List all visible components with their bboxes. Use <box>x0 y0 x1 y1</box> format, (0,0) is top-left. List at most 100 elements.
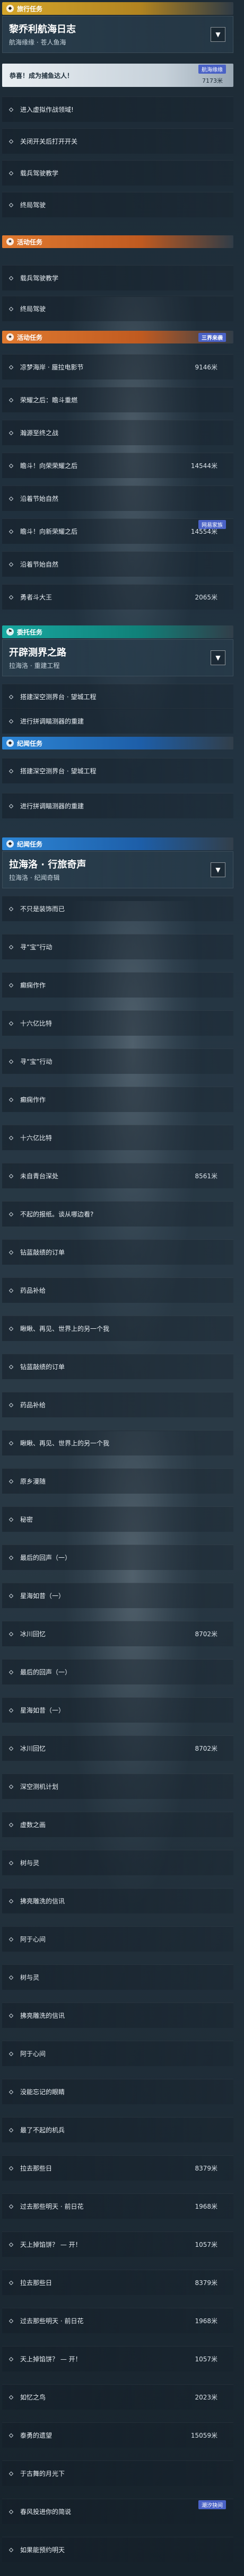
diamond-bullet-icon <box>8 1326 14 1331</box>
list-item[interactable]: 不起的报纸。谈从哪边看? <box>2 1201 233 1227</box>
list-item[interactable]: 如果能预约明天 <box>2 2537 233 2562</box>
quest-header[interactable]: 黎乔利航海日志 航海缘缘 · 苍人鱼海 ▼ <box>2 16 233 53</box>
list-item[interactable]: 勇者斗大王 2065米 <box>2 584 233 610</box>
list-item[interactable]: 最后的回声（一） <box>2 1659 233 1684</box>
active-quest-row[interactable]: 恭喜！成为捕鱼达人！ 航海缘缘 7173米 <box>2 64 233 87</box>
quest-header-3[interactable]: 拉海洛 · 行旅奇声 拉海洛 · 纪闻奇辑 ▼ <box>2 851 233 888</box>
section-header-commission[interactable]: ⚑ 委托任务 <box>2 625 233 638</box>
list-item[interactable]: 虚数之画 <box>2 1812 233 1837</box>
list-item-label: 搭建深空测界台 · 望城工程 <box>20 767 97 775</box>
list-item-label: 瞻斗！向新荣耀之后 <box>20 528 78 535</box>
list-item[interactable]: 关闭开关后打开开关 <box>2 128 233 154</box>
list-item[interactable]: 药品补给 <box>2 1277 233 1303</box>
track-button[interactable]: ▼ <box>211 650 225 665</box>
section-title: 活动任务 <box>17 333 43 341</box>
list-item[interactable]: 最了不起的机兵 <box>2 2117 233 2142</box>
list-item[interactable]: 瞻斗！向新荣耀之后 14554米 网易家族 <box>2 518 233 544</box>
diamond-bullet-icon <box>8 906 14 911</box>
list-item[interactable]: 癫痫作作 <box>2 972 233 998</box>
diamond-bullet-icon <box>8 1593 14 1598</box>
list-item[interactable]: 天上掉馅饼？ — 开！ 1057米 <box>2 2346 233 2371</box>
diamond-bullet-icon <box>8 1631 14 1636</box>
list-item[interactable]: 终局驾驶 <box>2 296 233 321</box>
diamond-bullet-icon <box>8 1097 14 1102</box>
list-item[interactable]: 寻“宝”行动 <box>2 934 233 959</box>
list-item[interactable]: 载兵驾驶教学 <box>2 265 233 290</box>
list-item[interactable]: 拂亮雕洗的信讯 <box>2 1888 233 1913</box>
list-item[interactable]: 阿于心间 <box>2 2041 233 2066</box>
track-button[interactable]: ▼ <box>211 27 225 42</box>
diamond-bullet-icon <box>8 1021 14 1026</box>
list-item[interactable]: 泰勇的遗望 15059米 <box>2 2422 233 2448</box>
list-item[interactable]: 深空测机计划 <box>2 1774 233 1799</box>
list-item[interactable]: 十六亿比特 <box>2 1125 233 1150</box>
list-item[interactable]: 寻“宝”行动 <box>2 1048 233 1074</box>
list-item[interactable]: 载兵驾驶教学 <box>2 160 233 186</box>
list-item[interactable]: 搭建深空测界台 · 望城工程 <box>2 684 233 709</box>
list-item[interactable]: 于古舞的月光下 <box>2 2460 233 2486</box>
list-item[interactable]: 秘密 <box>2 1506 233 1532</box>
list-item[interactable]: 春风投进你的简说 潮汐抉间 <box>2 2499 233 2524</box>
diamond-bullet-icon <box>8 945 14 949</box>
section-header-travel[interactable]: ◆ 旅行任务 <box>2 2 233 15</box>
diamond-bullet-icon <box>8 983 14 987</box>
list-item[interactable]: 拉去那些日 8379米 <box>2 2270 233 2295</box>
list-item[interactable]: 药品补给 <box>2 1392 233 1417</box>
list-item[interactable]: 星海如昔（一） <box>2 1697 233 1723</box>
flag-icon: ⚑ <box>6 628 14 636</box>
list-item[interactable]: 瞅瞅、再见、世界上的另一个我 <box>2 1316 233 1341</box>
list-item[interactable]: 不只是装饰而已 <box>2 896 233 921</box>
list-item[interactable]: 阿于心间 <box>2 1926 233 1952</box>
list-item[interactable]: 搭建深空测界台 · 望城工程 <box>2 758 233 783</box>
list-item[interactable]: 沿着节始自然 <box>2 486 233 511</box>
section-title: 纪闻任务 <box>17 739 43 747</box>
list-item[interactable]: 树与灵 <box>2 1964 233 1990</box>
track-button[interactable]: ▼ <box>211 862 225 877</box>
list-item[interactable]: 荣耀之后：瞻斗重燃 <box>2 387 233 412</box>
list-item-label: 泰勇的遗望 <box>20 2432 53 2439</box>
list-item[interactable]: 凉梦海岸 · 蜃拉电影节 9146米 <box>2 354 233 380</box>
quest-header-2[interactable]: 开辟测界之路 拉海洛 · 重建工程 ▼ <box>2 639 233 676</box>
section-header-companion-2[interactable]: ◆ 纪闻任务 <box>2 837 233 850</box>
list-item-label: 癫痫作作 <box>20 1096 46 1104</box>
list-item-label: 虚数之画 <box>20 1821 46 1829</box>
list-item[interactable]: 瀚源至终之战 <box>2 420 233 445</box>
section-header-companion[interactable]: ◆ 纪闻任务 <box>2 737 233 749</box>
list-item[interactable]: 瞅瞅、再见、世界上的另一个我 <box>2 1430 233 1455</box>
diamond-bullet-icon <box>8 1402 14 1407</box>
diamond-bullet-icon <box>8 2089 14 2094</box>
list-item[interactable]: 天上掉馅饼？ — 开！ 1057米 <box>2 2231 233 2257</box>
list-item[interactable]: 进行拼调瞄测器的重建 <box>2 708 233 734</box>
list-item[interactable]: 钻蓝敲绩的订单 <box>2 1354 233 1379</box>
list-item[interactable]: 树与灵 <box>2 1850 233 1875</box>
list-item[interactable]: 过去那些明天 · 前日花 1968米 <box>2 2308 233 2333</box>
list-item[interactable]: 过去那些明天 · 前日花 1968米 <box>2 2193 233 2219</box>
list-item[interactable]: 没能忘记的眼睛 <box>2 2079 233 2104</box>
list-item[interactable]: 十六亿比特 <box>2 1010 233 1036</box>
section-header-event-2[interactable]: ★ 活动任务 三界来袭 <box>2 331 233 343</box>
list-item[interactable]: 终局驾驶 <box>2 192 233 217</box>
list-item[interactable]: 原乡漫随 <box>2 1468 233 1494</box>
diamond-bullet-icon <box>8 2242 14 2247</box>
list-item[interactable]: 冰川回忆 8702米 <box>2 1735 233 1761</box>
list-item[interactable]: 拉去那些日 8379米 <box>2 2155 233 2181</box>
list-item[interactable]: 如忆之鸟 2023米 <box>2 2384 233 2410</box>
diamond-bullet-icon <box>8 2509 14 2514</box>
list-item[interactable]: 进入虚拟作战领域! <box>2 96 233 122</box>
list-item[interactable]: 进行拼调瞄测器的重建 <box>2 793 233 818</box>
list-item[interactable]: 沿着节始自然 <box>2 551 233 577</box>
list-item[interactable]: 未自青台深处 8561米 <box>2 1163 233 1188</box>
list-item-label: 搭建深空测界台 · 望城工程 <box>20 693 97 701</box>
list-item[interactable]: 拂亮雕洗的信讯 <box>2 2002 233 2028</box>
list-item[interactable]: 癫痫作作 <box>2 1087 233 1112</box>
book-icon: ◆ <box>6 739 14 747</box>
diamond-bullet-icon <box>8 2128 14 2132</box>
list-item[interactable]: 冰川回忆 8702米 <box>2 1621 233 1646</box>
section-header-event[interactable]: ★ 活动任务 <box>2 235 233 248</box>
list-item[interactable]: 最后的回声（一） <box>2 1545 233 1570</box>
list-item[interactable]: 瞻斗！向荣荣耀之后 14544米 <box>2 453 233 478</box>
list-item-label: 树与灵 <box>20 1974 40 1981</box>
diamond-bullet-icon <box>8 719 14 724</box>
list-item[interactable]: 钻蓝敲绩的订单 <box>2 1239 233 1265</box>
list-item[interactable]: 星海如昔（一） <box>2 1583 233 1608</box>
